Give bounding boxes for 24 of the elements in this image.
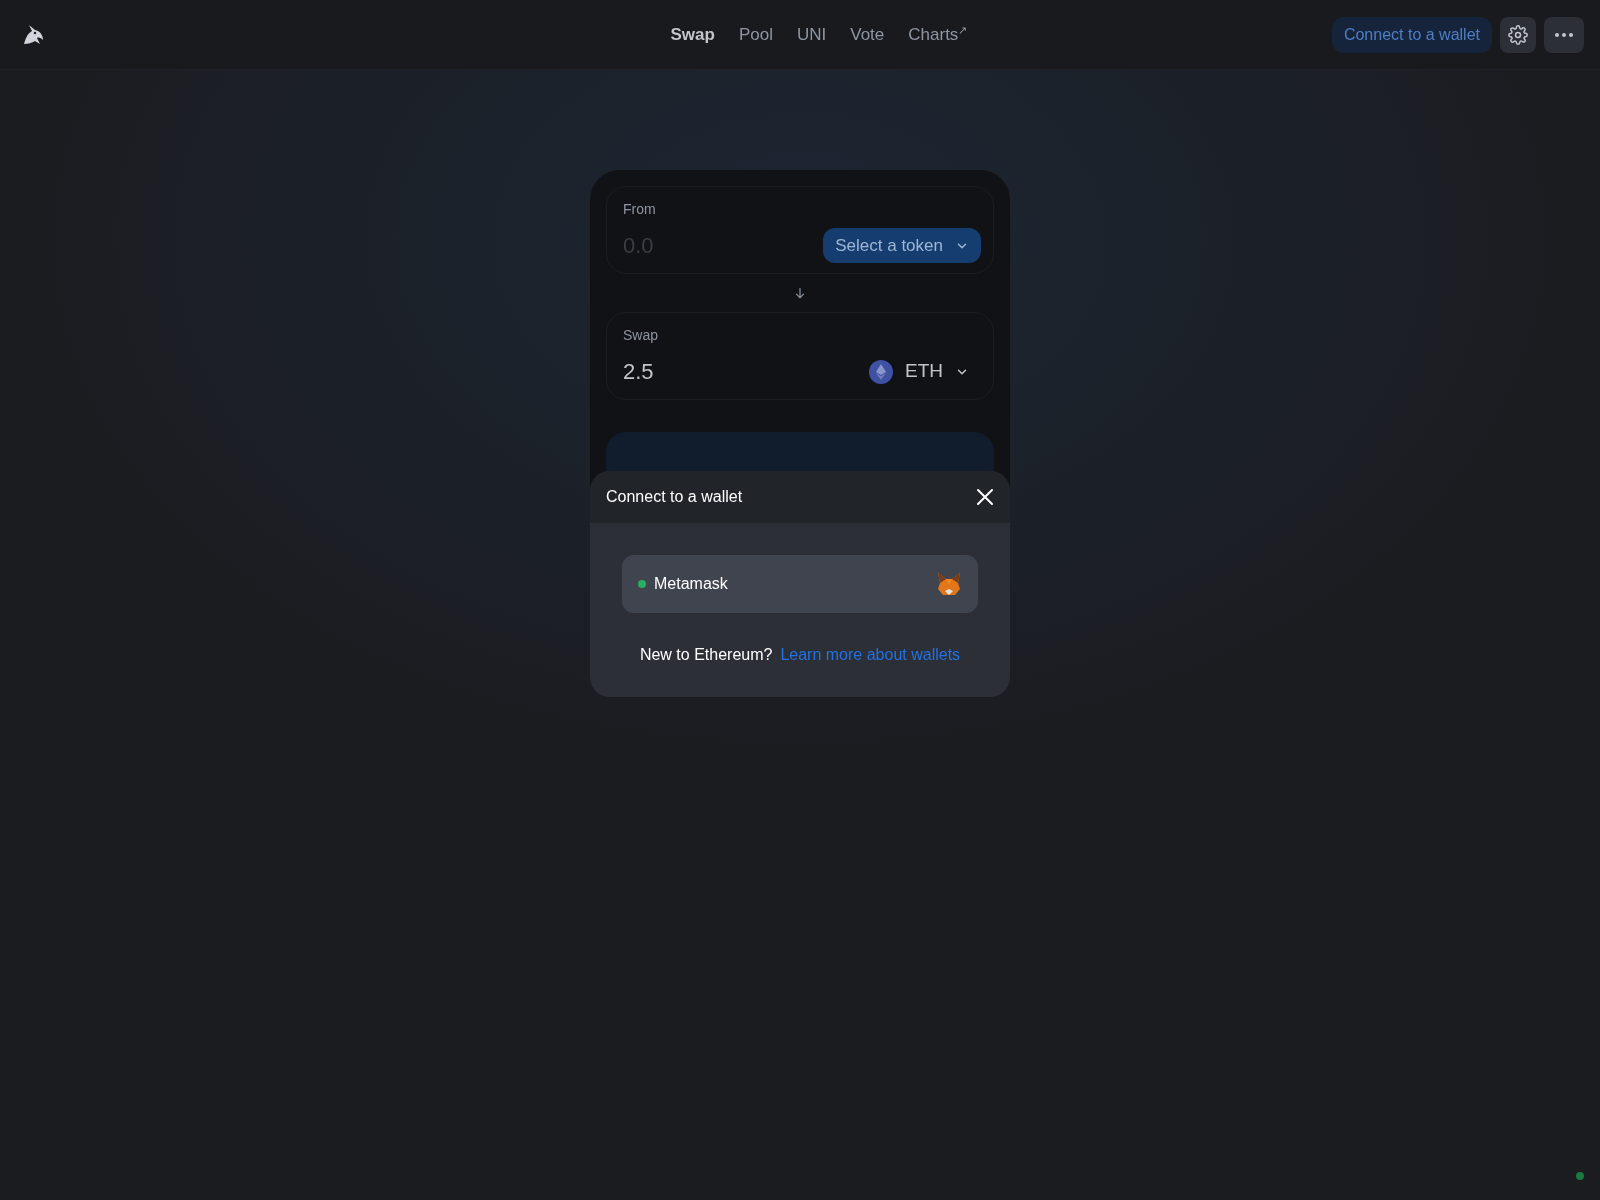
nav-tab[interactable]: Pool [738,21,773,48]
close-icon[interactable] [976,488,994,506]
nav-tab[interactable]: UNI [796,21,827,48]
token-selector[interactable]: ETH [861,354,977,389]
fox-icon [936,571,962,597]
panel-label: Swap [623,326,659,345]
arrow-down-icon[interactable] [793,286,807,300]
more-button[interactable] [1544,16,1584,53]
settings-button[interactable] [1500,16,1536,53]
prompt-text: New to Ethereum? [639,645,773,665]
wallet-option[interactable]: Metamask [622,555,978,613]
wallet-name: Metamask [654,574,728,594]
settings-icon [1508,24,1528,45]
nav-tab[interactable]: Vote [850,21,885,48]
ethereum-icon [869,359,893,384]
token-symbol: ETH [905,359,943,384]
connect-wallet-button[interactable]: Connect to a wallet [1331,16,1492,53]
select-token-button[interactable]: Select a token [823,228,981,263]
panel-label: From [623,200,656,219]
nav-tab[interactable]: Charts$^{↗}$ [908,21,968,48]
modal-title: Connect to a wallet [606,487,743,507]
nav-tab[interactable]: Swap [670,21,715,48]
amount-field[interactable]: 2.5 [623,355,773,388]
more-icon [1554,31,1574,38]
